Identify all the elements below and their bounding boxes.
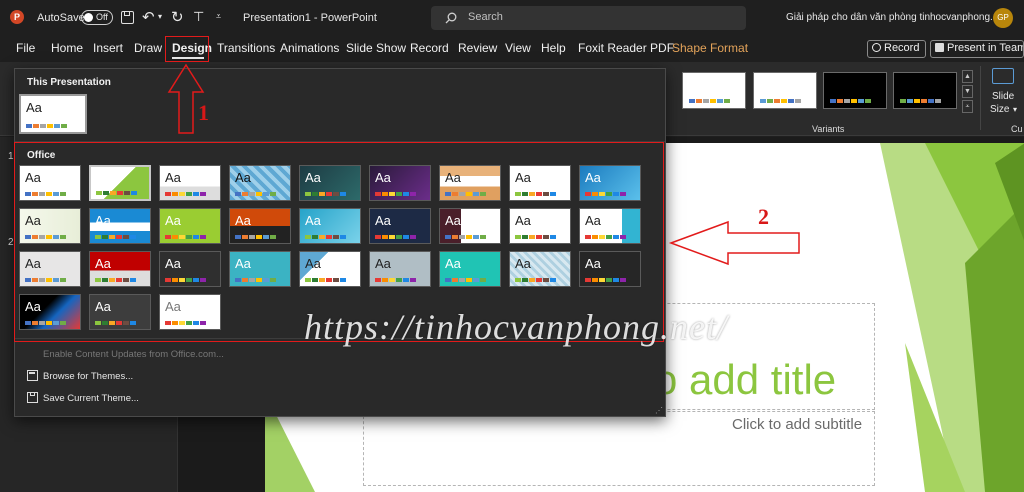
group-divider (980, 66, 981, 130)
title-bar: P AutoSave Off ↶ ▾ ↻ ⊤ ⩡ Presentation1 -… (0, 0, 1024, 36)
autosave-state: Off (96, 12, 108, 22)
slide-size-label-1: Slide (992, 91, 1015, 102)
customize-toolbar-icon[interactable]: ⩡ (216, 11, 221, 22)
autosave-toggle[interactable]: Off (81, 10, 113, 25)
menu-insert[interactable]: Insert (93, 41, 123, 55)
menu-draw[interactable]: Draw (134, 41, 162, 55)
menu-animations[interactable]: Animations (280, 41, 339, 55)
account-name: Giải pháp cho dân văn phòng tinhocvanpho… (786, 12, 1007, 23)
save-theme-icon (27, 392, 38, 403)
slide-size-button[interactable]: Slide Size ▾ (986, 66, 1020, 118)
browse-themes-item[interactable]: Browse for Themes... (43, 371, 133, 382)
thumbnail-number-2: 2 (8, 237, 14, 248)
variants-group-label: Variants (812, 124, 845, 134)
record-icon (872, 43, 881, 52)
resize-grip-icon[interactable]: ⋰ (655, 406, 663, 415)
browse-themes-icon (27, 370, 38, 381)
design-tab-highlight (165, 36, 209, 62)
step-2-number: 2 (758, 204, 769, 229)
teams-icon (935, 43, 944, 52)
avatar[interactable]: GP (993, 8, 1013, 28)
variant-1[interactable] (682, 72, 746, 109)
undo-dropdown-icon[interactable]: ▾ (158, 12, 162, 21)
watermark-text: https://tinhocvanphong.net/ (304, 307, 728, 347)
menu-help[interactable]: Help (541, 41, 566, 55)
slide-size-label-2: Size (990, 104, 1010, 115)
variant-3[interactable] (823, 72, 887, 109)
save-theme-item[interactable]: Save Current Theme... (43, 393, 139, 404)
menu-file[interactable]: File (16, 41, 35, 55)
document-title: Presentation1 - PowerPoint (243, 12, 377, 24)
menu-record[interactable]: Record (410, 41, 449, 55)
slide-size-dropdown-icon: ▾ (1013, 105, 1018, 114)
autosave-label: AutoSave (37, 12, 85, 24)
search-box[interactable]: Search (431, 6, 746, 30)
variant-color-bars (900, 99, 941, 103)
customize-group-label: Cu (1011, 124, 1023, 134)
redo-icon[interactable]: ↻ (171, 8, 184, 26)
variant-color-bars (689, 99, 730, 103)
save-icon[interactable] (121, 11, 134, 24)
menu-home[interactable]: Home (51, 41, 83, 55)
variant-color-bars (760, 99, 801, 103)
record-label: Record (884, 42, 920, 54)
menu-review[interactable]: Review (458, 41, 497, 55)
variant-color-bars (830, 99, 871, 103)
title-placeholder-text: o add title (654, 356, 837, 403)
variant-2[interactable] (753, 72, 817, 109)
variant-4[interactable] (893, 72, 957, 109)
search-placeholder: Search (468, 11, 503, 23)
present-in-teams-button[interactable]: Present in Teams (930, 40, 1024, 58)
theme-color-bars (26, 124, 67, 128)
variants-scroll-up-icon[interactable]: ▲ (962, 70, 973, 83)
left-arrow-annotation-icon (668, 220, 800, 266)
undo-icon[interactable]: ↶ (142, 8, 155, 26)
slide-size-icon (992, 68, 1014, 84)
subtitle-placeholder[interactable]: Click to add subtitle (363, 411, 875, 486)
toggle-knob (84, 13, 93, 22)
menu-transitions[interactable]: Transitions (217, 41, 275, 55)
menu-foxit[interactable]: Foxit Reader PDF (578, 41, 674, 55)
this-presentation-heading: This Presentation (27, 77, 111, 88)
step-1-number: 1 (198, 100, 209, 125)
enable-updates-link: Enable Content Updates from Office.com..… (43, 349, 224, 360)
theme-sample-text: Aa (26, 100, 42, 115)
subtitle-placeholder-text: Click to add subtitle (732, 416, 863, 433)
variants-scroll-down-icon[interactable]: ▼ (962, 85, 973, 98)
powerpoint-logo-icon: P (10, 10, 24, 24)
current-theme[interactable]: Aa (19, 94, 87, 134)
present-label: Present in Teams (947, 42, 1024, 54)
search-icon (445, 12, 457, 24)
menu-shape-format[interactable]: Shape Format (672, 41, 748, 55)
record-button[interactable]: Record (867, 40, 927, 58)
menu-slide-show[interactable]: Slide Show (346, 41, 406, 55)
present-from-start-icon[interactable]: ⊤ (193, 9, 204, 25)
thumbnail-number-1: 1 (8, 151, 14, 162)
variants-more-icon[interactable]: ⩡ (962, 100, 973, 113)
menu-view[interactable]: View (505, 41, 531, 55)
